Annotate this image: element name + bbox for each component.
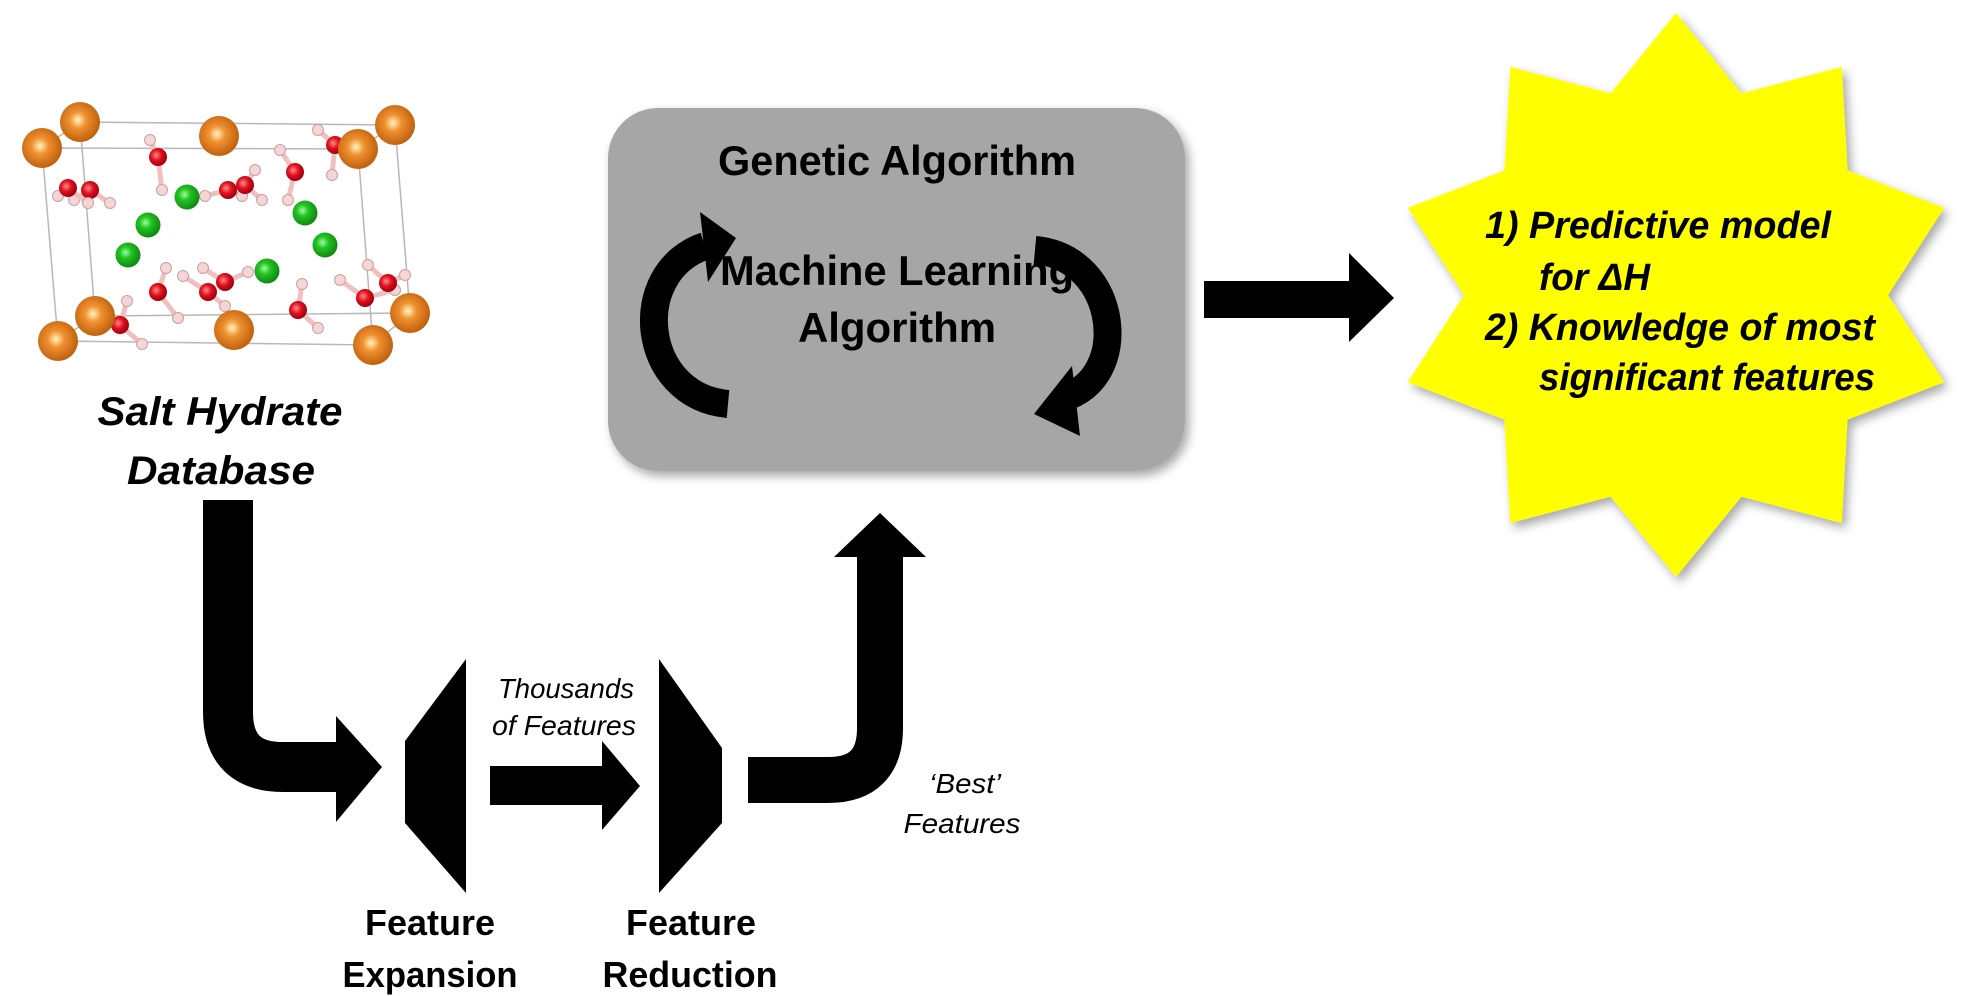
metal-atom bbox=[75, 296, 115, 336]
oxygen-atom bbox=[149, 148, 167, 166]
expansion-label-line1: Feature bbox=[365, 902, 495, 943]
chloride-atom bbox=[254, 258, 280, 284]
hydrogen-atom bbox=[334, 274, 346, 286]
hydrogen-atom bbox=[326, 169, 338, 181]
metal-atom bbox=[375, 105, 415, 145]
hydrogen-atom bbox=[249, 164, 261, 176]
chloride-atom bbox=[292, 200, 318, 226]
metal-atom bbox=[22, 128, 62, 168]
arrow-expansion-to-reduction-icon bbox=[490, 741, 640, 830]
hydrogen-atom bbox=[160, 262, 172, 274]
arrow-to-outcome-icon bbox=[1204, 253, 1394, 342]
thousands-label-line2: of Features bbox=[492, 710, 636, 741]
ml-algorithm-line2: Algorithm bbox=[798, 304, 996, 351]
outcome-starburst bbox=[1407, 13, 1945, 577]
chloride-atom bbox=[312, 232, 338, 258]
arrow-database-to-expansion-icon bbox=[203, 500, 382, 822]
metal-atom bbox=[353, 325, 393, 365]
oxygen-atom bbox=[81, 181, 99, 199]
metal-atom bbox=[390, 293, 430, 333]
chloride-atom bbox=[115, 242, 141, 268]
workflow-diagram: Salt Hydrate Database Genetic Algorithm … bbox=[22, 13, 1945, 995]
metal-atom bbox=[38, 321, 78, 361]
feature-reduction-shape bbox=[659, 659, 722, 893]
database-label-line1: Salt Hydrate bbox=[98, 390, 343, 434]
hydrogen-atom bbox=[136, 338, 148, 350]
hydrogen-atom bbox=[296, 278, 308, 290]
outcome-line2: for ΔH bbox=[1539, 257, 1652, 299]
reduction-label-line2: Reduction bbox=[603, 954, 778, 995]
expansion-label-line2: Expansion bbox=[343, 954, 518, 995]
best-label-line1: ‘Best’ bbox=[929, 768, 1002, 799]
hydrogen-atom bbox=[156, 184, 168, 196]
hydrogen-atom bbox=[312, 124, 324, 136]
feature-expansion-shape bbox=[405, 659, 466, 893]
oxygen-atom bbox=[216, 273, 234, 291]
hydrogen-atom bbox=[399, 269, 411, 281]
database-label-line2: Database bbox=[127, 449, 315, 493]
outcome-line1: 1) Predictive model bbox=[1485, 205, 1832, 247]
hydrogen-atom bbox=[197, 262, 209, 274]
hydrogen-atom bbox=[282, 194, 294, 206]
reduction-label-line1: Feature bbox=[626, 902, 756, 943]
hydrogen-atom bbox=[82, 197, 94, 209]
oxygen-atom bbox=[149, 283, 167, 301]
oxygen-atom bbox=[236, 176, 254, 194]
ml-algorithm-line1: Machine Learning bbox=[720, 247, 1074, 294]
outcome-line4: significant features bbox=[1539, 357, 1875, 399]
oxygen-atom bbox=[379, 274, 397, 292]
oxygen-atom bbox=[356, 289, 374, 307]
metal-atom bbox=[214, 310, 254, 350]
chloride-atom bbox=[135, 212, 161, 238]
salt-hydrate-crystal-image bbox=[22, 102, 430, 365]
hydrogen-atom bbox=[199, 190, 211, 202]
chloride-atom bbox=[174, 184, 200, 210]
hydrogen-atom bbox=[172, 312, 184, 324]
hydrogen-atom bbox=[219, 300, 231, 312]
hydrogen-atom bbox=[256, 194, 268, 206]
hydrogen-atom bbox=[144, 134, 156, 146]
oxygen-atom bbox=[286, 163, 304, 181]
arrow-reduction-to-ga-icon bbox=[748, 513, 926, 803]
hydrogen-atom bbox=[362, 259, 374, 271]
hydrogen-atom bbox=[242, 266, 254, 278]
outcome-line3: 2) Knowledge of most bbox=[1484, 307, 1876, 349]
best-label-line2: Features bbox=[904, 808, 1021, 839]
hydrogen-atom bbox=[121, 295, 133, 307]
oxygen-atom bbox=[289, 301, 307, 319]
oxygen-atom bbox=[199, 283, 217, 301]
genetic-algorithm-title: Genetic Algorithm bbox=[718, 137, 1076, 184]
hydrogen-atom bbox=[177, 270, 189, 282]
oxygen-atom bbox=[219, 181, 237, 199]
hydrogen-atom bbox=[312, 322, 324, 334]
oxygen-atom bbox=[59, 179, 77, 197]
hydrogen-atom bbox=[104, 197, 116, 209]
hydrogen-atom bbox=[274, 144, 286, 156]
metal-atom bbox=[338, 129, 378, 169]
thousands-label-line1: Thousands bbox=[498, 673, 634, 704]
metal-atom bbox=[60, 102, 100, 142]
metal-atom bbox=[199, 116, 239, 156]
